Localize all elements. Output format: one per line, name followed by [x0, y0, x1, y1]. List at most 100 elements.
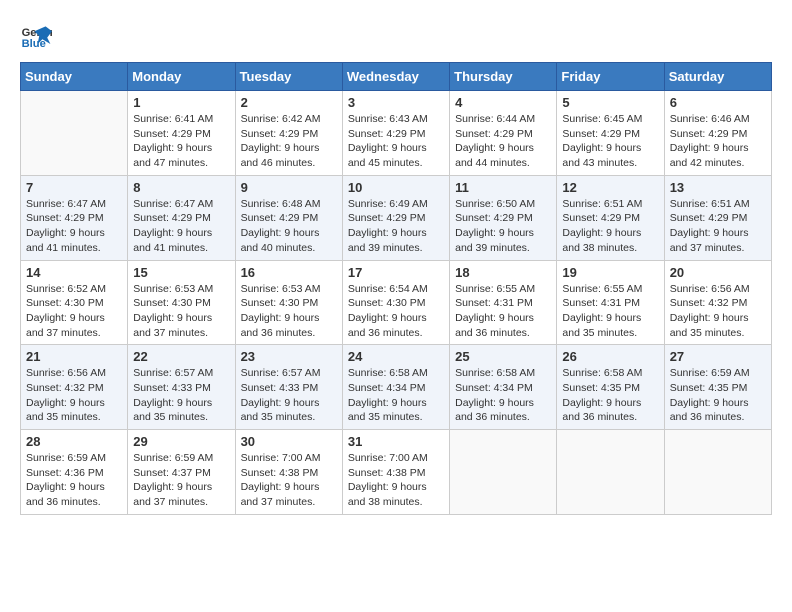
day-info: Sunrise: 6:59 AMSunset: 4:36 PMDaylight:…	[26, 451, 122, 510]
day-number: 4	[455, 95, 551, 110]
weekday-header: Sunday	[21, 63, 128, 91]
calendar-cell: 2 Sunrise: 6:42 AMSunset: 4:29 PMDaylight…	[235, 91, 342, 176]
calendar-cell: 12 Sunrise: 6:51 AMSunset: 4:29 PMDayligh…	[557, 175, 664, 260]
day-number: 13	[670, 180, 766, 195]
calendar-cell	[450, 430, 557, 515]
day-info: Sunrise: 6:53 AMSunset: 4:30 PMDaylight:…	[241, 282, 337, 341]
day-number: 2	[241, 95, 337, 110]
calendar-cell: 14 Sunrise: 6:52 AMSunset: 4:30 PMDayligh…	[21, 260, 128, 345]
day-number: 1	[133, 95, 229, 110]
day-number: 30	[241, 434, 337, 449]
day-number: 21	[26, 349, 122, 364]
logo: General Blue	[20, 20, 56, 52]
day-number: 18	[455, 265, 551, 280]
day-info: Sunrise: 6:55 AMSunset: 4:31 PMDaylight:…	[562, 282, 658, 341]
weekday-header: Saturday	[664, 63, 771, 91]
day-info: Sunrise: 6:46 AMSunset: 4:29 PMDaylight:…	[670, 112, 766, 171]
day-info: Sunrise: 6:56 AMSunset: 4:32 PMDaylight:…	[670, 282, 766, 341]
day-info: Sunrise: 6:51 AMSunset: 4:29 PMDaylight:…	[562, 197, 658, 256]
calendar-row: 1 Sunrise: 6:41 AMSunset: 4:29 PMDaylight…	[21, 91, 772, 176]
day-number: 16	[241, 265, 337, 280]
day-number: 10	[348, 180, 444, 195]
day-number: 23	[241, 349, 337, 364]
day-info: Sunrise: 6:42 AMSunset: 4:29 PMDaylight:…	[241, 112, 337, 171]
day-number: 28	[26, 434, 122, 449]
calendar-cell: 8 Sunrise: 6:47 AMSunset: 4:29 PMDaylight…	[128, 175, 235, 260]
calendar-cell: 31 Sunrise: 7:00 AMSunset: 4:38 PMDayligh…	[342, 430, 449, 515]
calendar-cell: 19 Sunrise: 6:55 AMSunset: 4:31 PMDayligh…	[557, 260, 664, 345]
calendar-cell	[664, 430, 771, 515]
day-number: 25	[455, 349, 551, 364]
weekday-header: Tuesday	[235, 63, 342, 91]
calendar-cell: 24 Sunrise: 6:58 AMSunset: 4:34 PMDayligh…	[342, 345, 449, 430]
calendar-cell	[21, 91, 128, 176]
day-info: Sunrise: 6:49 AMSunset: 4:29 PMDaylight:…	[348, 197, 444, 256]
day-number: 19	[562, 265, 658, 280]
day-number: 8	[133, 180, 229, 195]
day-info: Sunrise: 7:00 AMSunset: 4:38 PMDaylight:…	[348, 451, 444, 510]
weekday-header: Wednesday	[342, 63, 449, 91]
day-number: 7	[26, 180, 122, 195]
day-number: 6	[670, 95, 766, 110]
day-info: Sunrise: 6:45 AMSunset: 4:29 PMDaylight:…	[562, 112, 658, 171]
calendar-table: SundayMondayTuesdayWednesdayThursdayFrid…	[20, 62, 772, 515]
day-number: 24	[348, 349, 444, 364]
calendar-cell: 20Sunrise: 6:56 AMSunset: 4:32 PMDayligh…	[664, 260, 771, 345]
calendar-cell: 22Sunrise: 6:57 AMSunset: 4:33 PMDayligh…	[128, 345, 235, 430]
day-info: Sunrise: 6:47 AMSunset: 4:29 PMDaylight:…	[133, 197, 229, 256]
calendar-cell: 25 Sunrise: 6:58 AMSunset: 4:34 PMDayligh…	[450, 345, 557, 430]
day-number: 11	[455, 180, 551, 195]
day-info: Sunrise: 6:57 AMSunset: 4:33 PMDaylight:…	[241, 366, 337, 425]
calendar-cell: 3 Sunrise: 6:43 AMSunset: 4:29 PMDaylight…	[342, 91, 449, 176]
calendar-cell: 11 Sunrise: 6:50 AMSunset: 4:29 PMDayligh…	[450, 175, 557, 260]
day-number: 9	[241, 180, 337, 195]
page-header: General Blue	[20, 20, 772, 52]
calendar-cell: 6 Sunrise: 6:46 AMSunset: 4:29 PMDaylight…	[664, 91, 771, 176]
day-info: Sunrise: 6:53 AMSunset: 4:30 PMDaylight:…	[133, 282, 229, 341]
day-info: Sunrise: 6:56 AMSunset: 4:32 PMDaylight:…	[26, 366, 122, 425]
day-info: Sunrise: 6:47 AMSunset: 4:29 PMDaylight:…	[26, 197, 122, 256]
svg-text:Blue: Blue	[22, 38, 46, 50]
calendar-cell: 30 Sunrise: 7:00 AMSunset: 4:38 PMDayligh…	[235, 430, 342, 515]
day-info: Sunrise: 6:58 AMSunset: 4:35 PMDaylight:…	[562, 366, 658, 425]
day-info: Sunrise: 6:50 AMSunset: 4:29 PMDaylight:…	[455, 197, 551, 256]
calendar-cell: 1 Sunrise: 6:41 AMSunset: 4:29 PMDaylight…	[128, 91, 235, 176]
day-info: Sunrise: 6:58 AMSunset: 4:34 PMDaylight:…	[348, 366, 444, 425]
day-number: 26	[562, 349, 658, 364]
calendar-cell: 21 Sunrise: 6:56 AMSunset: 4:32 PMDayligh…	[21, 345, 128, 430]
weekday-header: Friday	[557, 63, 664, 91]
day-info: Sunrise: 6:43 AMSunset: 4:29 PMDaylight:…	[348, 112, 444, 171]
calendar-cell: 7 Sunrise: 6:47 AMSunset: 4:29 PMDaylight…	[21, 175, 128, 260]
day-info: Sunrise: 7:00 AMSunset: 4:38 PMDaylight:…	[241, 451, 337, 510]
calendar-cell: 4 Sunrise: 6:44 AMSunset: 4:29 PMDaylight…	[450, 91, 557, 176]
calendar-cell: 13Sunrise: 6:51 AMSunset: 4:29 PMDayligh…	[664, 175, 771, 260]
calendar-body: 1 Sunrise: 6:41 AMSunset: 4:29 PMDaylight…	[21, 91, 772, 515]
day-number: 29	[133, 434, 229, 449]
calendar-row: 21 Sunrise: 6:56 AMSunset: 4:32 PMDayligh…	[21, 345, 772, 430]
calendar-cell: 18Sunrise: 6:55 AMSunset: 4:31 PMDayligh…	[450, 260, 557, 345]
weekday-header: Monday	[128, 63, 235, 91]
calendar-cell	[557, 430, 664, 515]
day-info: Sunrise: 6:41 AMSunset: 4:29 PMDaylight:…	[133, 112, 229, 171]
day-info: Sunrise: 6:44 AMSunset: 4:29 PMDaylight:…	[455, 112, 551, 171]
calendar-row: 28 Sunrise: 6:59 AMSunset: 4:36 PMDayligh…	[21, 430, 772, 515]
day-info: Sunrise: 6:58 AMSunset: 4:34 PMDaylight:…	[455, 366, 551, 425]
calendar-cell: 28 Sunrise: 6:59 AMSunset: 4:36 PMDayligh…	[21, 430, 128, 515]
day-info: Sunrise: 6:52 AMSunset: 4:30 PMDaylight:…	[26, 282, 122, 341]
calendar-cell: 23 Sunrise: 6:57 AMSunset: 4:33 PMDayligh…	[235, 345, 342, 430]
day-number: 15	[133, 265, 229, 280]
calendar-cell: 10 Sunrise: 6:49 AMSunset: 4:29 PMDayligh…	[342, 175, 449, 260]
day-info: Sunrise: 6:54 AMSunset: 4:30 PMDaylight:…	[348, 282, 444, 341]
calendar-cell: 29Sunrise: 6:59 AMSunset: 4:37 PMDayligh…	[128, 430, 235, 515]
day-number: 12	[562, 180, 658, 195]
day-number: 31	[348, 434, 444, 449]
day-number: 3	[348, 95, 444, 110]
day-info: Sunrise: 6:59 AMSunset: 4:35 PMDaylight:…	[670, 366, 766, 425]
day-info: Sunrise: 6:57 AMSunset: 4:33 PMDaylight:…	[133, 366, 229, 425]
day-number: 14	[26, 265, 122, 280]
calendar-cell: 26 Sunrise: 6:58 AMSunset: 4:35 PMDayligh…	[557, 345, 664, 430]
calendar-cell: 17Sunrise: 6:54 AMSunset: 4:30 PMDayligh…	[342, 260, 449, 345]
calendar-cell: 15 Sunrise: 6:53 AMSunset: 4:30 PMDayligh…	[128, 260, 235, 345]
weekday-header: Thursday	[450, 63, 557, 91]
calendar-cell: 16 Sunrise: 6:53 AMSunset: 4:30 PMDayligh…	[235, 260, 342, 345]
